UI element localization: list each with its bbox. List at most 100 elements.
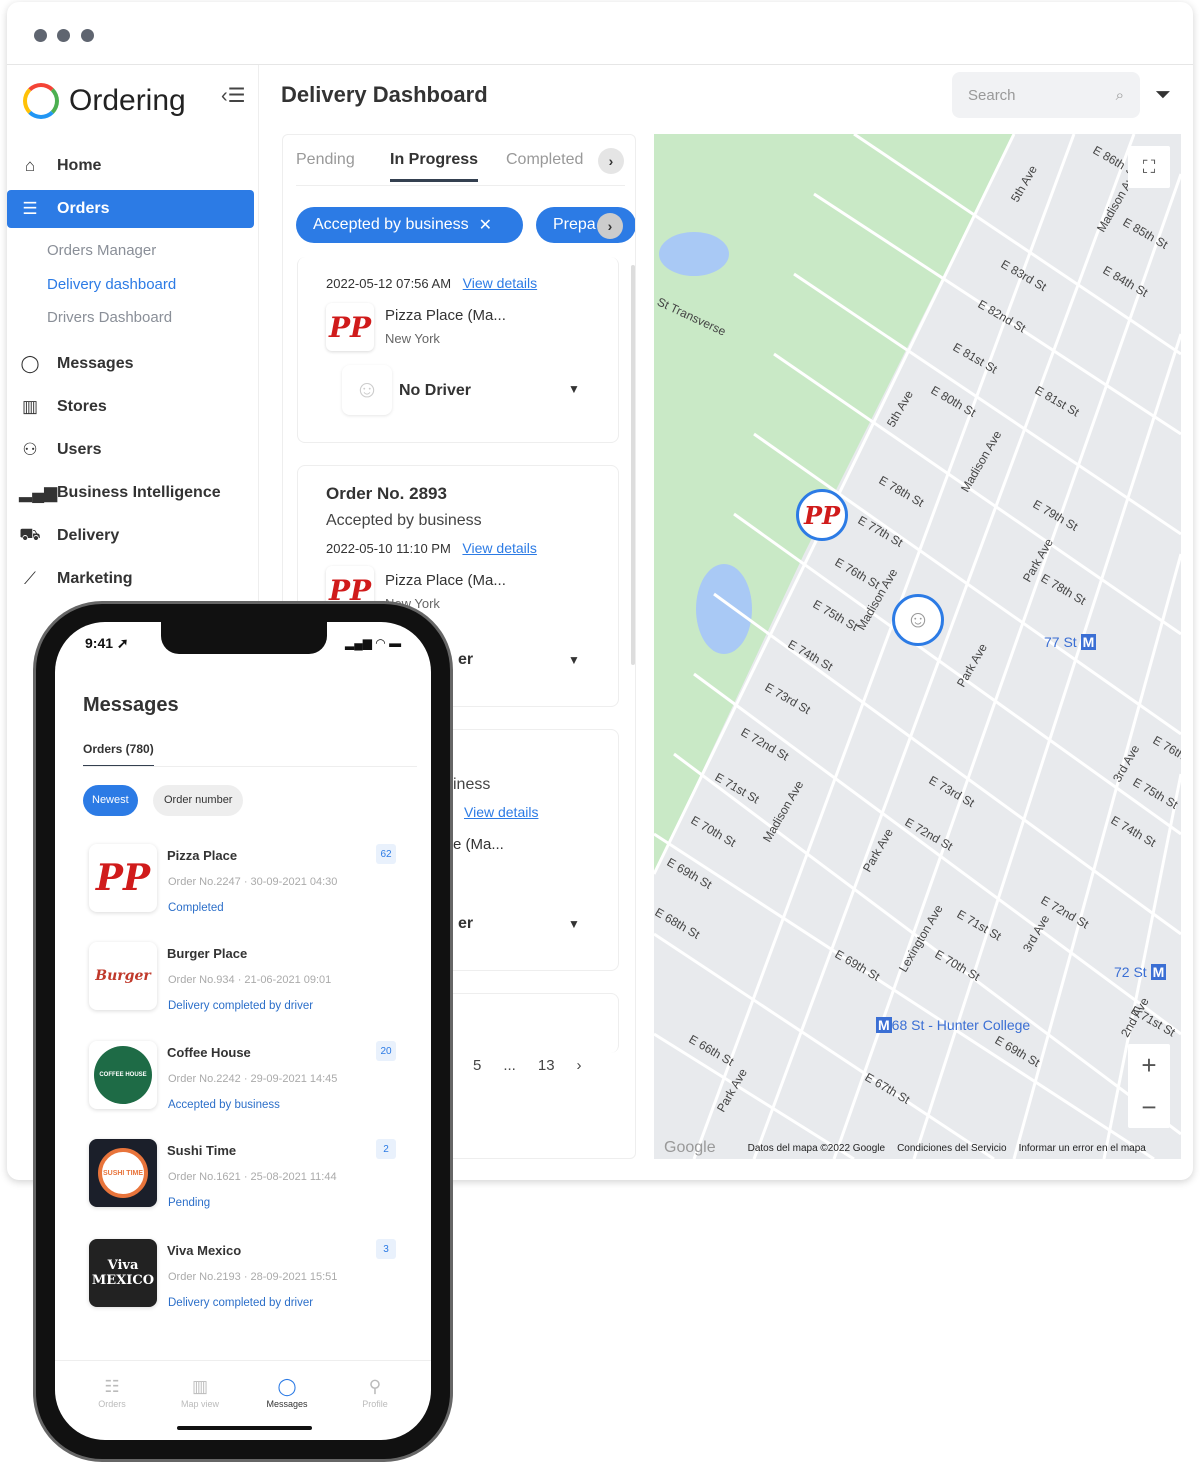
map-background [654, 134, 1181, 1159]
business-logo: COFFEE HOUSE [89, 1041, 157, 1109]
business-name: Sushi Time [167, 1143, 237, 1158]
sushi-time-logo: SUSHI TIME [98, 1148, 148, 1198]
view-details-link[interactable]: View details [464, 804, 538, 820]
chips-next-button[interactable]: › [597, 213, 623, 239]
transit-label: 77 St [1044, 634, 1077, 650]
message-item[interactable]: COFFEE HOUSE Coffee House Order No.2242 … [89, 1041, 409, 1121]
window-dot[interactable] [57, 29, 70, 42]
order-meta: Order No.2247 · 30-09-2021 04:30 [168, 876, 338, 888]
chip-label: Prepa [553, 216, 596, 233]
business-name: Viva Mexico [167, 1243, 242, 1258]
search-input[interactable]: Search ⌕ [952, 72, 1140, 118]
reservoir [696, 564, 752, 654]
transit-station[interactable]: M 68 St - Hunter College [876, 1017, 1030, 1033]
driver-select[interactable]: er [458, 915, 473, 933]
bottom-tab-orders[interactable]: ☷ Orders [77, 1377, 147, 1409]
transit-station[interactable]: 72 St M [1114, 964, 1167, 980]
report-error-link[interactable]: Informar un error en el mapa [1019, 1143, 1146, 1154]
caret-down-icon[interactable]: ▼ [568, 917, 580, 931]
sidebar-subitem-delivery-dashboard[interactable]: Delivery dashboard [47, 276, 176, 293]
metro-icon: M [876, 1017, 892, 1033]
scrollbar[interactable] [631, 265, 635, 665]
transit-label: 72 St [1114, 964, 1147, 980]
fullscreen-icon[interactable]: ⛶ [1128, 146, 1170, 188]
transit-station[interactable]: 77 St M [1044, 634, 1097, 650]
sidebar-item-users[interactable]: ⚇ Users [7, 431, 254, 469]
driver-select[interactable]: No Driver [399, 382, 471, 400]
page-button[interactable]: 13 [538, 1057, 555, 1074]
order-meta: Order No.2193 · 28-09-2021 15:51 [168, 1271, 338, 1283]
tabs-next-button[interactable]: › [598, 148, 624, 174]
filter-off-icon[interactable]: ⏷ [1155, 84, 1171, 107]
next-page-icon[interactable]: › [577, 1057, 582, 1074]
business-name: Pizza Place (Ma... [385, 307, 506, 324]
order-meta: Order No.2242 · 29-09-2021 14:45 [168, 1073, 338, 1085]
status-chip-accepted[interactable]: Accepted by business ✕ [296, 207, 523, 243]
view-details-link[interactable]: View details [462, 540, 536, 556]
sidebar-item-business-intelligence[interactable]: ▂▄▆ Business Intelligence [7, 474, 254, 512]
home-indicator [177, 1426, 312, 1430]
sidebar-item-messages[interactable]: ◯ Messages [7, 345, 254, 383]
tab-completed[interactable]: Completed [506, 151, 583, 169]
zoom-out-button[interactable]: − [1128, 1086, 1170, 1128]
window-dot[interactable] [81, 29, 94, 42]
order-number: Order No. 2893 [326, 484, 447, 503]
message-item[interactable]: SUSHI TIME Sushi Time Order No.1621 · 25… [89, 1139, 409, 1219]
tab-pending[interactable]: Pending [296, 151, 355, 169]
sidebar-subitem-drivers-dashboard[interactable]: Drivers Dashboard [47, 309, 172, 326]
map[interactable]: St Transverse 5th Ave E 86th St Madison … [654, 134, 1181, 1159]
order-status: Pending [168, 1197, 211, 1209]
business-logo: SUSHI TIME [89, 1139, 157, 1207]
sidebar-item-marketing[interactable]: ⟋ Marketing [7, 560, 254, 598]
label: Stores [57, 398, 107, 415]
tab-orders[interactable]: Orders (780) [83, 742, 154, 767]
terms-link[interactable]: Condiciones del Servicio [897, 1143, 1007, 1154]
sort-order-number-button[interactable]: Order number [153, 785, 244, 816]
sidebar-item-orders[interactable]: ☰ Orders [7, 190, 254, 228]
business-city: New York [385, 331, 440, 346]
business-map-marker[interactable]: PP [796, 489, 848, 541]
close-icon[interactable]: ✕ [479, 215, 492, 235]
bottom-tab-bar: ☷ Orders ▥ Map view ◯ Messages ⚲ Profile [55, 1360, 431, 1409]
business-name: Coffee House [167, 1045, 251, 1060]
message-item[interactable]: PP Pizza Place Order No.2247 · 30-09-202… [89, 844, 409, 924]
label: Messages [57, 355, 134, 372]
google-logo: Google [664, 1139, 716, 1156]
zoom-in-button[interactable]: + [1128, 1044, 1170, 1086]
bottom-tab-profile[interactable]: ⚲ Profile [340, 1377, 410, 1409]
bottom-tab-messages[interactable]: ◯ Messages [252, 1377, 322, 1409]
logo-text: Ordering [69, 84, 186, 117]
zoom-controls: + − [1128, 1044, 1170, 1128]
sidebar-item-stores[interactable]: ▥ Stores [7, 388, 254, 426]
label: Business Intelligence [57, 484, 221, 501]
map-attribution: Google Datos del mapa ©2022 Google Condi… [664, 1139, 1146, 1157]
map-icon: ▥ [191, 1377, 209, 1396]
message-item[interactable]: Burger Burger Place Order No.934 · 21-06… [89, 942, 409, 1022]
chip-label: Accepted by business [313, 216, 469, 233]
page-ellipsis: ... [503, 1057, 516, 1074]
unread-badge: 3 [376, 1239, 396, 1259]
label: Delivery [57, 527, 120, 544]
view-details-link[interactable]: View details [463, 275, 537, 291]
window-titlebar [7, 2, 1193, 65]
tab-in-progress[interactable]: In Progress [390, 151, 479, 182]
chat-icon: ◯ [20, 354, 40, 373]
driver-select[interactable]: er [458, 651, 473, 669]
phone-screen: 9:41 ➚ ▂▄▆ ◠ ▬ Messages Orders (780) New… [55, 622, 431, 1440]
page-button[interactable]: 5 [473, 1057, 481, 1074]
order-card[interactable]: 2022-05-12 07:56 AM View details PP Pizz… [297, 257, 619, 443]
search-placeholder: Search [968, 86, 1016, 104]
bottom-tab-map-view[interactable]: ▥ Map view [165, 1377, 235, 1409]
caret-down-icon[interactable]: ▼ [568, 653, 580, 667]
collapse-sidebar-icon[interactable]: ‹☰ [221, 83, 246, 108]
sidebar-item-delivery[interactable]: ⛟ Delivery [7, 517, 254, 555]
driver-map-marker[interactable]: ☺ [892, 594, 944, 646]
sidebar-subitem-orders-manager[interactable]: Orders Manager [47, 242, 156, 259]
driver-avatar-icon: ☺ [342, 365, 392, 415]
coffee-house-logo: COFFEE HOUSE [94, 1046, 152, 1104]
sidebar-item-home[interactable]: ⌂ Home [7, 147, 254, 185]
caret-down-icon[interactable]: ▼ [568, 382, 580, 396]
message-item[interactable]: Viva MEXICO Viva Mexico Order No.2193 · … [89, 1239, 409, 1319]
window-dot[interactable] [34, 29, 47, 42]
sort-newest-button[interactable]: Newest [83, 785, 138, 816]
